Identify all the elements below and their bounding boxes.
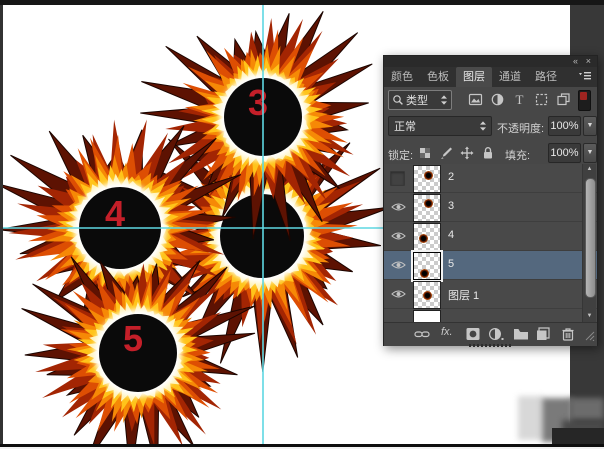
visibility-eye-icon[interactable] (391, 260, 406, 270)
visibility-eye-icon[interactable] (391, 289, 406, 299)
opacity-input[interactable]: 100% (548, 116, 581, 136)
black-core-circle (220, 194, 304, 278)
panel-resize-grip[interactable] (583, 329, 595, 341)
filter-adjustment-layers-icon[interactable] (490, 92, 505, 107)
layer-list: 2 3 4 5 图层 1 (384, 164, 597, 322)
flame-dot (424, 199, 433, 208)
layer-name: 4 (448, 229, 454, 241)
scrollbar-thumb[interactable] (585, 178, 596, 298)
scroll-down-arrow-icon[interactable]: ▼ (583, 311, 596, 322)
link-layers-icon[interactable] (414, 327, 430, 341)
tab-layers[interactable]: 图层 (456, 67, 492, 87)
flame-dot (424, 171, 433, 180)
layer-thumbnail[interactable] (413, 281, 441, 309)
layer-name: 3 (448, 200, 454, 212)
filter-pixel-layers-icon[interactable] (468, 92, 483, 107)
filter-shape-layers-icon[interactable] (534, 92, 549, 107)
blend-mode-value: 正常 (389, 118, 479, 134)
filter-type-label: 类型 (404, 92, 440, 108)
new-layer-icon[interactable] (535, 327, 551, 341)
search-icon (392, 94, 404, 106)
panel-drag-handle[interactable] (469, 344, 513, 347)
lock-all-padlock-icon[interactable] (481, 146, 495, 160)
layer-row[interactable]: 图层 1 (384, 280, 597, 309)
filter-type-select[interactable]: 类型 (388, 90, 452, 110)
tab-channels[interactable]: 通道 (492, 67, 528, 87)
lock-row: 锁定: 填充: 100% ▼ (384, 144, 597, 164)
flame-number: 5 (123, 318, 143, 359)
layer-thumbnail[interactable] (413, 310, 441, 322)
layer-row[interactable]: 2 (384, 164, 597, 193)
blurred-watermark-block (570, 398, 604, 420)
layer-thumbnail[interactable] (413, 223, 441, 251)
opacity-dropdown-button[interactable]: ▼ (583, 116, 597, 136)
blend-mode-select[interactable]: 正常 (388, 116, 492, 136)
svg-text:T: T (516, 92, 524, 107)
filtering-toggle-switch[interactable] (578, 90, 591, 111)
panel-bottom-toolbar: fx. (384, 322, 597, 346)
flame-dot (420, 269, 429, 278)
layer-name: 图层 1 (448, 287, 479, 303)
layer-style-fx-icon[interactable]: fx. (441, 326, 457, 340)
visibility-eye-icon[interactable] (391, 202, 406, 212)
tab-swatches[interactable]: 色板 (420, 67, 456, 87)
lock-label: 锁定: (388, 147, 413, 163)
layer-row[interactable] (384, 309, 597, 321)
scroll-up-arrow-icon[interactable]: ▲ (583, 164, 596, 175)
fill-dropdown-button[interactable]: ▼ (583, 143, 597, 163)
collapse-panel-icon[interactable]: « (573, 56, 577, 67)
opacity-label: 不透明度: (497, 120, 544, 136)
new-group-folder-icon[interactable] (513, 327, 529, 341)
lock-transparency-icon[interactable] (418, 146, 432, 160)
filter-smart-objects-icon[interactable] (556, 92, 571, 107)
add-layer-mask-icon[interactable] (465, 327, 481, 341)
photoshop-workspace: 3 4 5 « × 颜色 色板 图层 通道 路径 (0, 0, 604, 449)
panel-menu-icon[interactable] (578, 70, 592, 81)
close-panel-icon[interactable]: × (586, 56, 591, 67)
tab-color[interactable]: 颜色 (384, 67, 420, 87)
blend-mode-row: 正常 不透明度: 100% ▼ (384, 116, 597, 138)
layer-row[interactable]: 5 (384, 251, 597, 280)
layer-thumbnail[interactable] (413, 252, 441, 280)
layer-name: 2 (448, 171, 454, 183)
layer-row[interactable]: 4 (384, 222, 597, 251)
layer-row[interactable]: 3 (384, 193, 597, 222)
visibility-eye-icon[interactable] (391, 231, 406, 241)
layers-panel: « × 颜色 色板 图层 通道 路径 类型 (383, 55, 598, 346)
flame-dot (419, 234, 428, 243)
layer-name: 5 (448, 258, 454, 270)
panel-titlebar[interactable]: « × (384, 56, 597, 67)
fill-label: 填充: (505, 147, 530, 163)
blurred-watermark (411, 393, 525, 440)
tab-paths[interactable]: 路径 (528, 67, 564, 87)
lock-pixels-brush-icon[interactable] (439, 146, 453, 160)
panel-tab-row: 颜色 色板 图层 通道 路径 (384, 67, 597, 87)
flame-dot (423, 291, 432, 300)
lock-position-icon[interactable] (460, 146, 474, 160)
updown-arrows-icon (440, 94, 448, 106)
visibility-empty-well[interactable] (390, 171, 405, 186)
blurred-watermark-block (518, 396, 543, 440)
flame-number: 3 (248, 82, 268, 123)
layer-thumbnail[interactable] (413, 165, 441, 193)
updown-arrows-icon (479, 120, 487, 132)
new-adjustment-layer-icon[interactable] (488, 327, 504, 341)
filter-type-layers-icon[interactable]: T (512, 92, 527, 107)
layer-list-scrollbar[interactable]: ▲ ▼ (582, 164, 596, 322)
delete-layer-trash-icon[interactable] (560, 327, 576, 341)
fill-input[interactable]: 100% (548, 143, 581, 163)
layer-filter-row: 类型 T (384, 89, 597, 113)
layer-thumbnail[interactable] (413, 194, 441, 222)
